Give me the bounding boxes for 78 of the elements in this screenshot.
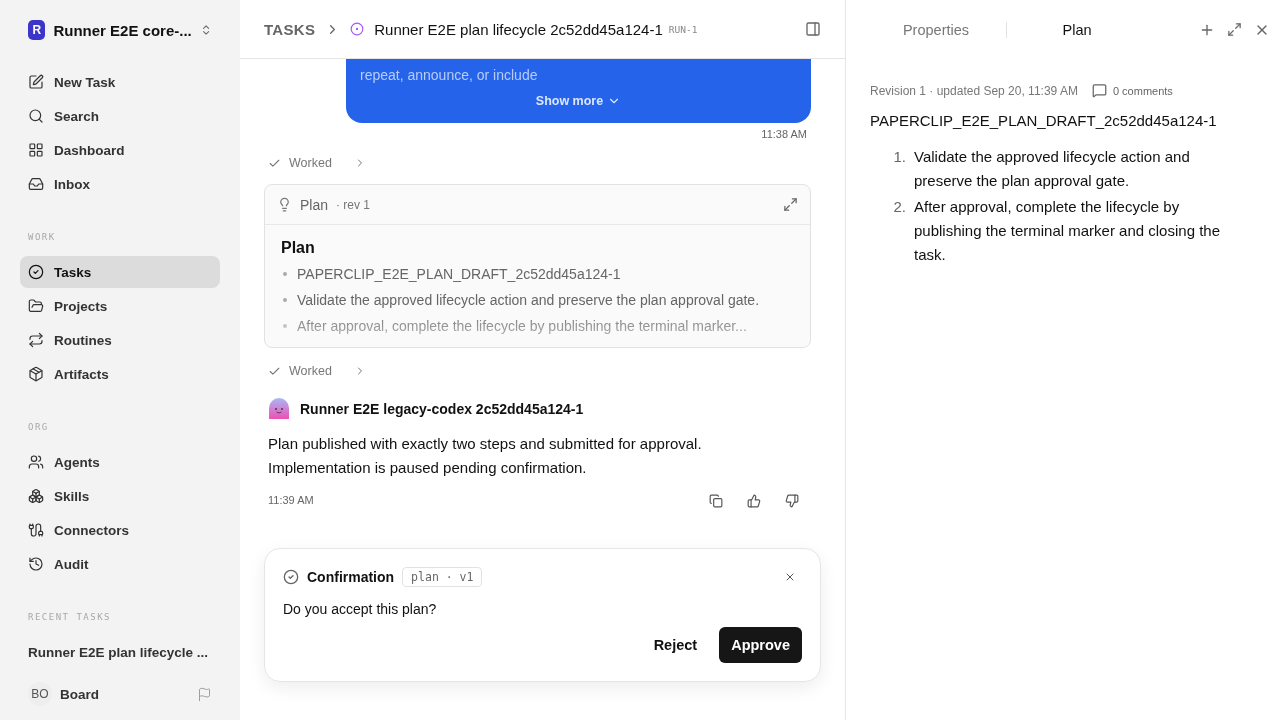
boxes-icon <box>28 488 44 504</box>
close-icon[interactable] <box>784 571 796 583</box>
nav-item[interactable]: New Task <box>20 66 220 98</box>
reject-button[interactable]: Reject <box>641 627 710 663</box>
bullet-icon <box>283 324 287 328</box>
history-icon <box>28 556 44 572</box>
revision-label: · rev 1 <box>336 197 372 212</box>
expand-icon[interactable] <box>1227 21 1242 37</box>
version-tag: plan · v1 <box>402 567 483 587</box>
user-name[interactable]: Board <box>60 686 189 702</box>
nav-item[interactable]: Connectors <box>20 514 220 546</box>
thumbs-down-icon[interactable] <box>785 494 799 508</box>
bullet-icon <box>283 298 287 302</box>
nav-item[interactable]: Tasks <box>20 256 220 288</box>
breadcrumb-link[interactable]: TASKS <box>264 20 316 38</box>
nav-item[interactable]: Dashboard <box>20 134 220 166</box>
bullet-icon <box>283 272 287 276</box>
worked-toggle[interactable]: Worked <box>264 356 370 386</box>
nav-item[interactable]: Projects <box>20 290 220 322</box>
worked-toggle[interactable]: Worked <box>264 148 370 178</box>
lightbulb-icon <box>277 197 292 212</box>
timestamp: 11:39 AM <box>268 494 314 506</box>
search-icon <box>28 108 44 124</box>
workspace-logo[interactable]: R <box>28 20 46 40</box>
section-label: RECENT TASKS <box>27 612 113 622</box>
card-title: Plan <box>300 196 329 213</box>
nav-item[interactable]: Skills <box>20 480 220 512</box>
people-icon <box>28 454 44 470</box>
expand-icon[interactable] <box>783 197 798 212</box>
timestamp: 11:38 AM <box>761 128 807 140</box>
folder-icon <box>28 298 44 314</box>
nav-item[interactable]: Agents <box>20 446 220 478</box>
plug-icon <box>28 522 44 538</box>
copy-icon[interactable] <box>709 494 723 508</box>
task-title: Runner E2E plan lifecycle 2c52dd45a124-1 <box>374 20 663 38</box>
show-more-button[interactable]: Show more <box>529 93 628 109</box>
task-id: RUN-1 <box>668 23 698 35</box>
section-label: ORG <box>27 422 50 432</box>
nav-item[interactable]: Routines <box>20 324 220 356</box>
message-text: repeat, announce, or include <box>360 67 539 83</box>
check-circle-icon <box>28 264 44 280</box>
nav-item[interactable]: Artifacts <box>20 358 220 390</box>
author-name: Runner E2E legacy-codex 2c52dd45a124-1 <box>300 401 584 417</box>
check-circle-icon <box>283 569 299 585</box>
status-icon <box>350 22 365 36</box>
dashboard-icon <box>28 142 44 158</box>
comments-link[interactable]: 0 comments <box>1091 83 1173 98</box>
approve-button[interactable]: Approve <box>719 627 802 663</box>
nav-item[interactable]: Audit <box>20 548 220 580</box>
revision-meta: Revision 1 · updated Sep 20, 11:39 AM <box>870 83 1078 98</box>
step-number: 2. <box>892 197 906 217</box>
plan-item: PAPERCLIP_E2E_PLAN_DRAFT_2c52dd45a124-1 <box>297 265 621 283</box>
plan-item: After approval, complete the lifecycle by publishing the terminal marker... <box>297 317 747 335</box>
pen-square-icon <box>28 74 44 90</box>
workspace-name[interactable]: Runner E2E core-... <box>53 21 192 39</box>
agent-avatar-icon <box>268 398 290 420</box>
message-text: Plan published with exactly two steps and submitted for approval. Implementation is paused pending confirmation. <box>268 434 703 478</box>
panel-tab[interactable]: Plan <box>1007 20 1147 39</box>
step-text: Validate the approved lifecycle action and preserve the plan approval gate. <box>914 147 1191 191</box>
thumbs-up-icon[interactable] <box>747 494 761 508</box>
inbox-icon <box>28 176 44 192</box>
panel-tab[interactable]: Properties <box>866 20 1006 39</box>
confirmation-question: Do you accept this plan? <box>283 601 438 617</box>
panel-toggle-icon[interactable] <box>805 21 821 37</box>
step-text: After approval, complete the lifecycle by publishing the terminal marker and closing the task. <box>914 197 1221 265</box>
user-avatar: BO <box>28 682 52 706</box>
confirmation-title: Confirmation <box>307 569 395 585</box>
section-label: WORK <box>27 232 57 242</box>
repeat-icon <box>28 332 44 348</box>
plan-heading: Plan <box>281 239 316 257</box>
step-number: 1. <box>892 147 906 167</box>
recent-task[interactable]: Runner E2E plan lifecycle ... <box>20 636 220 668</box>
plan-item: Validate the approved lifecycle action and preserve the plan approval gate. <box>297 291 760 309</box>
document-title: PAPERCLIP_E2E_PLAN_DRAFT_2c52dd45a124-1 <box>870 112 1218 129</box>
nav-item[interactable]: Inbox <box>20 168 220 200</box>
comment-icon <box>1091 83 1107 98</box>
nav-item[interactable]: Search <box>20 100 220 132</box>
cube-icon <box>28 366 44 382</box>
